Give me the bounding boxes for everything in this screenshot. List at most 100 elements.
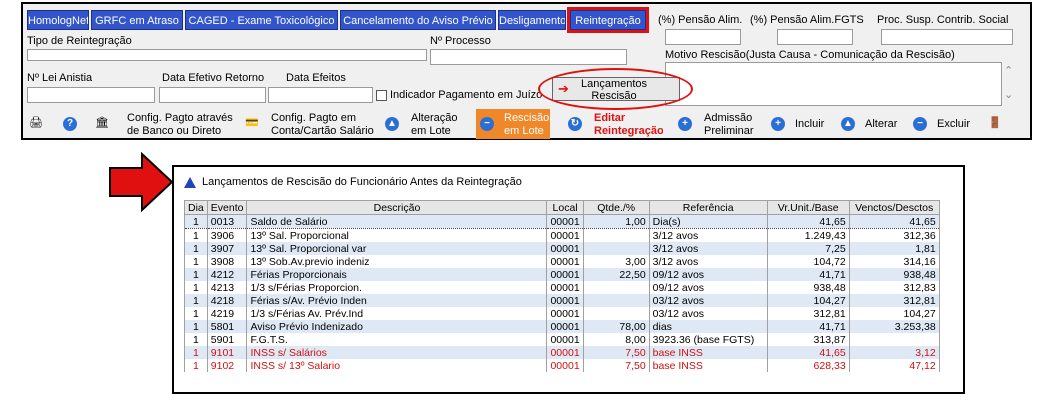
- cell-venctos: 938,48: [848, 268, 940, 281]
- editar-reintegracao-button[interactable]: ↻ Editar Reintegração: [568, 109, 663, 139]
- help-button[interactable]: ?: [61, 109, 79, 139]
- cell-local: 00001: [546, 307, 584, 320]
- exit-door-icon: 🚪: [988, 117, 1002, 129]
- table-row[interactable]: 1 5901 F.G.T.S. 00001 8,00 3923.36 (base FGTS…: [184, 333, 940, 346]
- pensao-fgts-field[interactable]: [777, 29, 853, 45]
- cell-evento: 5801: [206, 320, 248, 333]
- cell-referencia: 3923.36 (base FGTS): [648, 333, 768, 346]
- col-descricao[interactable]: Descrição: [246, 200, 548, 215]
- tab-grfc-em-atraso[interactable]: GRFC em Atraso: [91, 10, 183, 30]
- cell-local: 00001: [546, 346, 584, 359]
- edit-icon: ▲: [841, 117, 855, 131]
- table-row[interactable]: 1 3907 13º Sal. Proporcional var 00001 3/12 …: [184, 242, 940, 255]
- admissao-preliminar-button[interactable]: + Admissão Preliminar: [678, 109, 758, 139]
- table-row[interactable]: 1 4212 Férias Proporcionais 00001 22,50 09/12…: [184, 268, 940, 281]
- cell-local: 00001: [546, 242, 584, 255]
- table-row[interactable]: 1 3908 13º Sob.Av.previo indeniz 00001 3,00 3…: [184, 255, 940, 268]
- lei-anistia-field[interactable]: [27, 87, 155, 103]
- table-row[interactable]: 1 0013 Saldo de Salário 00001 1,00 Dia(s) 41,6…: [184, 214, 940, 229]
- cell-qtde: 7,50: [582, 359, 650, 372]
- proc-susp-field[interactable]: [881, 29, 1013, 45]
- excluir-button[interactable]: − Excluir: [913, 109, 975, 139]
- help-icon: ?: [63, 117, 77, 131]
- panel-title-text: Lançamentos de Rescisão do Funcionário A…: [202, 176, 522, 188]
- cell-descricao: Férias Proporcionais: [246, 268, 548, 281]
- scroll-up-icon[interactable]: ⌃: [1004, 64, 1013, 77]
- table-row[interactable]: 1 4218 Férias s/Av. Prévio Inden 00001 03/12…: [184, 294, 940, 307]
- cell-descricao: INSS s/ Salários: [246, 346, 548, 359]
- alterar-label: Alterar: [865, 118, 898, 130]
- cell-evento: 4212: [206, 268, 248, 281]
- n-processo-field[interactable]: [430, 49, 627, 65]
- config-banco-button[interactable]: 🏛 Config. Pagto através de Banco ou Dire…: [95, 109, 235, 139]
- excluir-label: Excluir: [937, 118, 971, 130]
- cell-local: 00001: [546, 228, 584, 242]
- col-qtde[interactable]: Qtde./%: [582, 200, 650, 215]
- table-row[interactable]: 1 3906 13º Sal. Proporcional 00001 3/12 avos…: [184, 228, 940, 242]
- col-referencia[interactable]: Referência: [648, 200, 768, 215]
- config-conta-line2: Conta/Cartão Salário: [271, 125, 374, 137]
- n-processo-label: Nº Processo: [430, 35, 491, 47]
- cell-evento: 4219: [206, 307, 248, 320]
- table-row[interactable]: 1 5801 Aviso Prévio Indenizado 00001 78,00 di…: [184, 320, 940, 333]
- cell-qtde: [582, 307, 650, 320]
- incluir-button[interactable]: + Incluir: [771, 109, 833, 139]
- tipo-reintegracao-field[interactable]: [27, 49, 427, 61]
- pointer-arrow-icon: [109, 152, 174, 212]
- col-dia[interactable]: Dia: [184, 200, 208, 215]
- motivo-rescisao-textarea[interactable]: [665, 62, 1002, 106]
- cell-local: 00001: [546, 294, 584, 307]
- cell-local: 00001: [546, 320, 584, 333]
- cell-vrunit: 938,48: [766, 281, 850, 294]
- tab-desligamento[interactable]: Desligamento: [498, 10, 566, 30]
- indicador-pagamento-checkbox[interactable]: [376, 90, 387, 101]
- cell-dia: 1: [184, 242, 208, 255]
- indicador-pagamento-label: Indicador Pagamento em Juízo: [390, 89, 543, 101]
- minus-icon: −: [480, 117, 494, 131]
- cell-descricao: F.G.T.S.: [246, 333, 548, 346]
- cell-qtde: [582, 281, 650, 294]
- cell-descricao: 1/3 s/Férias Proporcion.: [246, 281, 548, 294]
- alteracao-lote-button[interactable]: ▲ Alteração em Lote: [385, 109, 460, 139]
- cell-venctos: 3,12: [848, 346, 940, 359]
- col-vrunit[interactable]: Vr.Unit./Base: [766, 200, 850, 215]
- data-efeitos-field[interactable]: [268, 87, 373, 103]
- col-venctos[interactable]: Venctos/Desctos: [848, 200, 940, 215]
- cell-local: 00001: [546, 359, 584, 372]
- config-conta-button[interactable]: 💳 Config. Pagto em Conta/Cartão Salário: [245, 109, 374, 139]
- col-evento[interactable]: Evento: [206, 200, 248, 215]
- alterar-button[interactable]: ▲ Alterar: [841, 109, 903, 139]
- editar-line2: Reintegração: [594, 125, 663, 137]
- printer-icon: 🖨: [29, 117, 43, 129]
- table-row[interactable]: 1 9101 INSS s/ Salários 00001 7,50 base INSS 4…: [184, 346, 940, 359]
- cell-qtde: 22,50: [582, 268, 650, 281]
- table-row[interactable]: 1 4213 1/3 s/Férias Proporcion. 00001 09/12 …: [184, 281, 940, 294]
- scroll-down-icon[interactable]: ⌄: [1004, 88, 1013, 101]
- pensao-alim-field[interactable]: [665, 29, 741, 45]
- exit-button[interactable]: 🚪: [988, 109, 1008, 139]
- data-retorno-field[interactable]: [159, 87, 266, 103]
- cell-qtde: 7,50: [582, 346, 650, 359]
- rescisao-lote-button[interactable]: − Rescisão em Lote: [476, 109, 550, 139]
- cell-evento: 4213: [206, 281, 248, 294]
- print-button[interactable]: 🖨: [27, 109, 45, 139]
- add-icon: +: [771, 117, 785, 131]
- col-local[interactable]: Local: [546, 200, 584, 215]
- pensao-alim-label: (%) Pensão Alim.: [658, 14, 743, 26]
- tab-reintegracao[interactable]: Reintegração: [567, 7, 649, 33]
- cell-referencia: 09/12 avos: [648, 268, 768, 281]
- pensao-fgts-label: (%) Pensão Alim.FGTS: [750, 14, 864, 26]
- table-header-row: Dia Evento Descrição Local Qtde./% Refer…: [184, 200, 940, 215]
- tab-homolognet[interactable]: HomologNet: [27, 10, 89, 30]
- tab-caged-exame[interactable]: CAGED - Exame Toxicológico: [185, 10, 338, 30]
- table-row[interactable]: 1 4219 1/3 s/Férias Av. Prév.Ind 00001 03/12…: [184, 307, 940, 320]
- tab-cancelamento-aviso[interactable]: Cancelamento do Aviso Prévio: [340, 10, 496, 30]
- cell-qtde: 8,00: [582, 333, 650, 346]
- cell-referencia: 3/12 avos: [648, 242, 768, 255]
- cell-vrunit: 41,71: [766, 268, 850, 281]
- cell-dia: 1: [184, 294, 208, 307]
- cell-local: 00001: [546, 214, 584, 229]
- table-row[interactable]: 1 9102 INSS s/ 13º Salario 00001 7,50 base IN…: [184, 359, 940, 372]
- cell-referencia: base INSS: [648, 346, 768, 359]
- admissao-line2: Preliminar: [704, 125, 754, 137]
